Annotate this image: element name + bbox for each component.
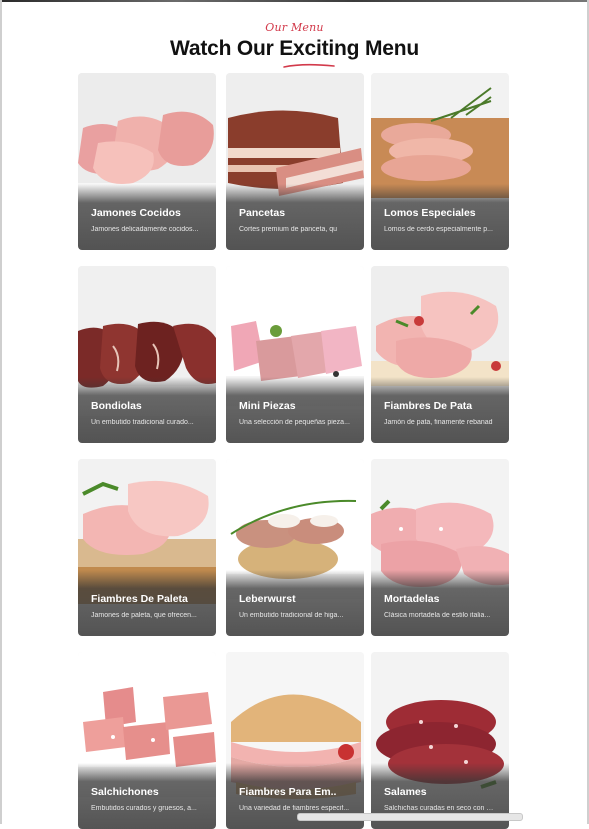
menu-card[interactable]: Fiambres De Paleta Jamones de paleta, qu… <box>78 459 216 636</box>
window-top-edge <box>0 0 589 2</box>
menu-card-title: Pancetas <box>239 207 286 219</box>
menu-card[interactable]: Leberwurst Un embutido tradicional de hi… <box>226 459 364 636</box>
horizontal-scrollbar[interactable] <box>297 813 523 821</box>
menu-card[interactable]: Pancetas Cortes premium de panceta, qu <box>226 73 364 250</box>
window-left-edge <box>0 0 2 824</box>
menu-card[interactable]: Bondiolas Un embutido tradicional curado… <box>78 266 216 443</box>
menu-card-description: Jamón de pata, finamente rebanad <box>384 419 493 426</box>
menu-card-title: Fiambres De Pata <box>384 400 473 412</box>
menu-card-description: Jamones delicadamente cocidos... <box>91 226 199 233</box>
menu-card[interactable]: Lomos Especiales Lomos de cerdo especial… <box>371 73 509 250</box>
menu-card-title: Lomos Especiales <box>384 207 476 219</box>
menu-card-description: Embutidos curados y gruesos, a... <box>91 805 197 812</box>
menu-card-title: Fiambres De Paleta <box>91 593 188 605</box>
menu-card-title: Leberwurst <box>239 593 296 605</box>
menu-card-description: Jamones de paleta, que ofrecen... <box>91 612 197 619</box>
menu-card-title: Fiambres Para Em.. <box>239 786 337 798</box>
section-kicker: Our Menu <box>265 21 324 34</box>
menu-card-description: Cortes premium de panceta, qu <box>239 226 338 233</box>
menu-card[interactable]: Mortadelas Clásica mortadela de estilo i… <box>371 459 509 636</box>
menu-card-title: Mini Piezas <box>239 400 296 412</box>
menu-card-description: Una variedad de fiambres especif... <box>239 805 350 812</box>
menu-card[interactable]: Salames Salchichas curadas en seco con u… <box>371 652 509 829</box>
menu-card-description: Lomos de cerdo especialmente p... <box>384 226 493 233</box>
menu-card-description: Salchichas curadas en seco con u... <box>384 805 496 812</box>
menu-card[interactable]: Mini Piezas Una selección de pequeñas pi… <box>226 266 364 443</box>
menu-card[interactable]: Fiambres De Pata Jamón de pata, finament… <box>371 266 509 443</box>
menu-card-title: Jamones Cocidos <box>91 207 181 219</box>
menu-card-title: Salchichones <box>91 786 159 798</box>
menu-card-description: Un embutido tradicional de higa... <box>239 612 344 619</box>
menu-card[interactable]: Jamones Cocidos Jamones delicadamente co… <box>78 73 216 250</box>
menu-card[interactable]: Salchichones Embutidos curados y gruesos… <box>78 652 216 829</box>
menu-card-description: Clásica mortadela de estilo italia... <box>384 612 491 619</box>
title-underline-decoration <box>283 63 335 68</box>
menu-card-title: Bondiolas <box>91 400 142 412</box>
menu-card-description: Una selección de pequeñas pieza... <box>239 419 350 426</box>
section-title: Watch Our Exciting Menu <box>170 37 419 60</box>
menu-card-title: Mortadelas <box>384 593 440 605</box>
menu-card-description: Un embutido tradicional curado... <box>91 419 194 426</box>
menu-card[interactable]: Fiambres Para Em.. Una variedad de fiamb… <box>226 652 364 829</box>
menu-card-title: Salames <box>384 786 427 798</box>
